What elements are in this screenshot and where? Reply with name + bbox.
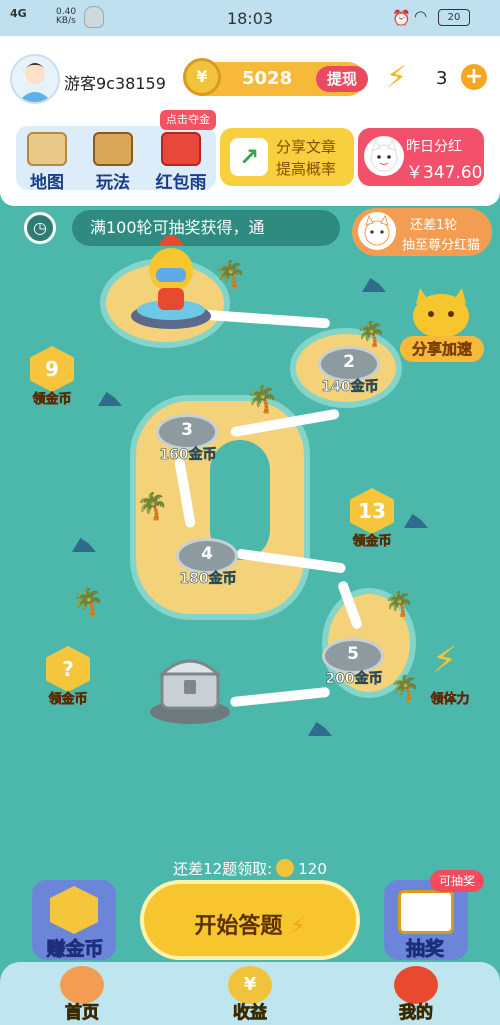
badge-mystery[interactable]: ? <box>46 646 90 692</box>
add-energy-button[interactable]: + <box>461 64 487 90</box>
badge-9[interactable]: 9 <box>30 346 74 392</box>
rock-icon <box>308 722 332 736</box>
lottery-label: 抽奖 <box>405 938 445 961</box>
coin-icon: ¥ <box>183 58 221 96</box>
menu-map-label: 地图 <box>30 173 64 193</box>
share-speed-button[interactable]: 分享加速 <box>400 336 484 362</box>
share-line2: 提高概率 <box>276 160 337 178</box>
menu-red-packet-label: 红包雨 <box>155 173 207 193</box>
rock-icon <box>98 392 122 406</box>
menu-map[interactable]: 地图 <box>12 132 82 193</box>
palm-tree-icon: 🌴 <box>214 260 247 290</box>
tab-earnings[interactable]: ¥ 收益 <box>210 966 290 1024</box>
palm-tree-icon: 🌴 <box>384 590 414 618</box>
treasure-chest-icon[interactable] <box>148 642 232 726</box>
coin-icon <box>276 859 295 877</box>
map-icon <box>27 132 67 166</box>
lottery-available-tag: 可抽奖 <box>430 870 484 892</box>
bonus-amount: ￥347.60 <box>406 163 483 183</box>
station-2-coins: 140金币 <box>321 379 379 396</box>
station-4-number: 4 <box>201 544 213 564</box>
alarm-icon: ⏰ <box>392 9 411 27</box>
palm-tree-icon: 🌴 <box>72 588 105 618</box>
remaining-questions: 还差12题领取: 120 <box>173 859 327 878</box>
rock-icon <box>404 514 428 528</box>
tab-mine[interactable]: 我的 <box>376 966 456 1024</box>
badge-mystery-label: 领金币 <box>48 692 88 708</box>
battery-icon: 20 <box>438 9 470 26</box>
tab-earnings-label: 收益 <box>233 1003 268 1024</box>
earn-coins-label: 赚金币 <box>46 938 104 961</box>
avatar[interactable] <box>10 54 60 104</box>
cat-progress-line2: 抽至尊分红猫 <box>402 238 481 253</box>
rock-icon <box>72 538 96 552</box>
lucky-cat-progress-button[interactable]: 还差1轮 抽至尊分红猫 <box>352 208 492 256</box>
status-bar: 4G 0.40 KB/s 18:03 ⏰ ◠ 20 <box>0 0 500 36</box>
palm-tree-icon: 🌴 <box>356 320 386 348</box>
badge-9-label: 领金币 <box>32 392 72 408</box>
badge-13[interactable]: 13 <box>350 488 394 534</box>
coin-count: 5028 <box>242 68 293 89</box>
tab-mine-label: 我的 <box>399 1003 434 1024</box>
energy-lightning-icon[interactable]: ⚡ <box>432 640 457 681</box>
start-quiz-button[interactable]: 开始答题 ⚡ <box>140 880 360 960</box>
lucky-cat-face-icon <box>358 212 396 250</box>
username: 游客9c38159 <box>64 74 166 93</box>
bonus-title: 昨日分红 <box>406 139 462 155</box>
chart-up-icon: ↗ <box>230 138 268 176</box>
station-5-coins: 200金币 <box>325 671 383 688</box>
lightning-icon: ⚡ <box>290 914 306 939</box>
wifi-icon: ◠ <box>414 7 428 25</box>
lucky-cat-icon <box>364 136 404 176</box>
palm-tree-icon: 🌴 <box>246 385 279 415</box>
get-energy-label[interactable]: 领体力 <box>410 688 490 708</box>
menu-rules-label: 玩法 <box>96 173 130 193</box>
start-quiz-label: 开始答题 ⚡ <box>194 914 306 939</box>
station-3-number: 3 <box>181 420 193 440</box>
rock-icon <box>362 278 386 292</box>
menu-rules[interactable]: 玩法 <box>78 132 148 193</box>
palm-tree-icon: 🌴 <box>136 492 169 522</box>
share-line1: 分享文章 <box>276 138 337 156</box>
cat-progress-line1: 还差1轮 <box>410 218 458 233</box>
scroll-icon <box>93 132 133 166</box>
slot-machine-icon <box>398 890 454 934</box>
withdraw-button[interactable]: 提现 <box>316 66 368 92</box>
station-2-number: 2 <box>343 352 355 372</box>
tab-home[interactable]: 首页 <box>42 966 122 1024</box>
station-5-number: 5 <box>347 644 359 664</box>
station-4-coins: 180金币 <box>179 571 237 588</box>
grab-gold-hint: 点击夺金 <box>160 110 216 130</box>
yesterday-bonus-card[interactable]: 昨日分红 ￥347.60 <box>358 128 484 186</box>
tab-home-label: 首页 <box>65 1003 100 1024</box>
station-3-coins: 160金币 <box>159 447 217 464</box>
share-speed-cat-icon[interactable] <box>406 288 476 338</box>
share-article-button[interactable]: ↗ 分享文章 提高概率 <box>220 128 354 186</box>
path-segment <box>229 686 331 708</box>
mascot-character <box>128 230 214 330</box>
badge-13-label: 领金币 <box>352 534 392 550</box>
energy-count: 3 <box>436 68 448 89</box>
energy-bolt-icon: ⚡ <box>386 60 408 95</box>
menu-red-packet-rain[interactable]: 红包雨 <box>146 132 216 193</box>
red-packet-icon <box>161 132 201 166</box>
history-clock-icon[interactable]: ◷ <box>24 212 56 244</box>
